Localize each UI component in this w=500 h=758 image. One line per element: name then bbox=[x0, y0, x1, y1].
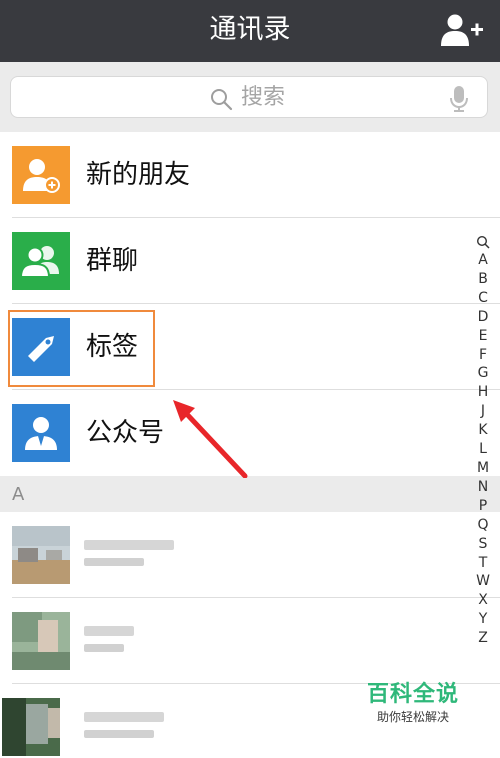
section-letter: A bbox=[12, 484, 25, 505]
official-account-icon bbox=[12, 404, 70, 462]
index-letter[interactable]: C bbox=[472, 289, 494, 308]
index-letter[interactable]: D bbox=[472, 308, 494, 327]
contact-name bbox=[84, 626, 134, 636]
search-icon bbox=[211, 89, 233, 111]
menu-item-new-friends[interactable]: 新的朋友 bbox=[0, 132, 500, 218]
index-letter[interactable]: G bbox=[472, 364, 494, 383]
watermark-title: 百科全说 bbox=[366, 682, 459, 707]
search-input[interactable]: 搜索 bbox=[10, 76, 488, 118]
contact-subtitle bbox=[84, 730, 154, 738]
new-friends-icon bbox=[12, 146, 70, 204]
index-letter[interactable]: Q bbox=[472, 516, 494, 535]
index-letter[interactable]: F bbox=[472, 346, 494, 365]
group-chat-icon bbox=[12, 232, 70, 290]
index-letter[interactable]: W bbox=[472, 572, 494, 591]
contact-subtitle bbox=[84, 558, 144, 566]
add-contact-icon[interactable] bbox=[440, 12, 484, 48]
index-letter[interactable]: B bbox=[472, 270, 494, 289]
index-letter[interactable]: L bbox=[472, 440, 494, 459]
annotation-arrow-icon bbox=[173, 400, 248, 479]
menu-label: 新的朋友 bbox=[86, 160, 191, 190]
contact-row[interactable] bbox=[0, 512, 500, 598]
index-letter[interactable]: P bbox=[472, 497, 494, 516]
index-letter[interactable]: M bbox=[472, 459, 494, 478]
microphone-icon[interactable] bbox=[449, 85, 469, 113]
index-letter[interactable]: E bbox=[472, 327, 494, 346]
index-letter[interactable]: T bbox=[472, 554, 494, 573]
contact-name bbox=[84, 540, 174, 550]
index-search-icon[interactable] bbox=[476, 235, 490, 249]
search-area: 搜索 bbox=[0, 62, 500, 132]
menu-item-group-chat[interactable]: 群聊 bbox=[0, 218, 500, 304]
index-letter[interactable]: Z bbox=[472, 629, 494, 648]
index-letter[interactable]: S bbox=[472, 535, 494, 554]
index-letter[interactable]: X bbox=[472, 591, 494, 610]
nav-bar: 通讯录 bbox=[0, 0, 500, 62]
contact-name bbox=[84, 712, 164, 722]
index-letter[interactable]: Y bbox=[472, 610, 494, 629]
menu-label: 公众号 bbox=[86, 418, 165, 448]
index-letter[interactable]: N bbox=[472, 478, 494, 497]
menu-label: 群聊 bbox=[86, 246, 139, 276]
alphabet-index[interactable]: A B C D E F G H J K L M N P Q S T W X Y … bbox=[472, 233, 494, 648]
index-letter[interactable]: H bbox=[472, 383, 494, 402]
search-placeholder: 搜索 bbox=[241, 85, 286, 110]
contact-subtitle bbox=[84, 644, 124, 652]
page-title: 通讯录 bbox=[209, 14, 291, 45]
avatar bbox=[2, 698, 60, 756]
watermark: 百科全说 助你轻松解决 bbox=[348, 682, 478, 726]
avatar bbox=[12, 526, 70, 584]
index-letter[interactable]: K bbox=[472, 421, 494, 440]
highlight-box bbox=[8, 310, 155, 387]
watermark-subtitle: 助你轻松解决 bbox=[376, 710, 449, 724]
avatar bbox=[12, 612, 70, 670]
contact-row[interactable] bbox=[0, 598, 500, 684]
section-header: A bbox=[0, 478, 500, 512]
index-letter[interactable]: J bbox=[472, 402, 494, 421]
index-letter[interactable]: A bbox=[472, 251, 494, 270]
